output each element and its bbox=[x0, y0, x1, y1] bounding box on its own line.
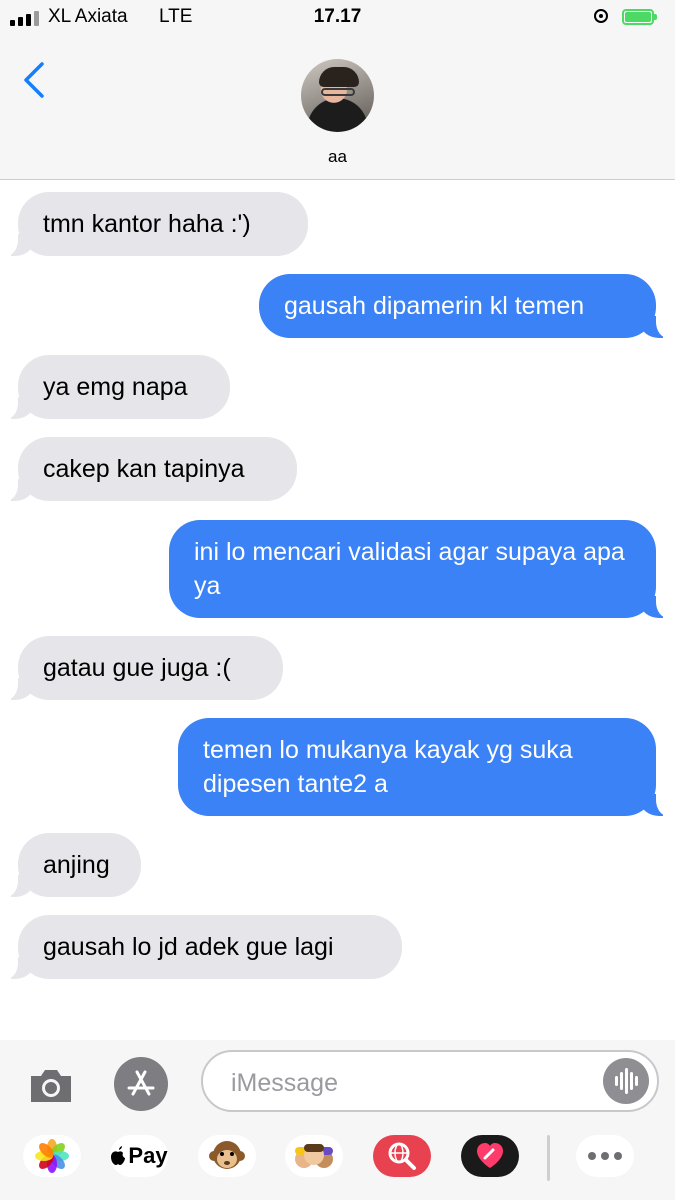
message-bubble-outgoing[interactable]: temen lo mukanya kayak yg suka dipesen t… bbox=[178, 718, 670, 816]
app-drawer: Pay bbox=[0, 1135, 675, 1190]
imessage-field[interactable] bbox=[201, 1050, 659, 1112]
message-text: temen lo mukanya kayak yg suka dipesen t… bbox=[203, 736, 573, 798]
apple-pay-button[interactable]: Pay bbox=[110, 1135, 168, 1177]
camera-button[interactable] bbox=[27, 1062, 75, 1110]
contact-name[interactable]: aa bbox=[0, 147, 675, 167]
drawer-divider bbox=[547, 1135, 550, 1181]
message-text: cakep kan tapinya bbox=[43, 455, 245, 483]
audio-message-button[interactable] bbox=[603, 1058, 649, 1104]
contact-avatar[interactable] bbox=[301, 59, 374, 132]
message-text: gausah dipamerin kl temen bbox=[284, 292, 585, 320]
animoji-monkey-icon bbox=[209, 1141, 245, 1169]
photos-app-button[interactable] bbox=[23, 1135, 81, 1177]
message-bubble-incoming[interactable]: tmn kantor haha :') bbox=[4, 192, 308, 256]
memoji-icon bbox=[295, 1144, 333, 1168]
digital-touch-icon bbox=[477, 1143, 503, 1168]
message-bubble-incoming[interactable]: ya emg napa bbox=[4, 355, 230, 419]
app-store-icon bbox=[127, 1070, 155, 1096]
message-bubble-outgoing[interactable]: ini lo mencari validasi agar supaya apa … bbox=[169, 520, 670, 618]
imessage-input[interactable] bbox=[229, 1064, 603, 1102]
back-chevron-icon bbox=[24, 62, 44, 98]
message-text: gatau gue juga :( bbox=[43, 654, 231, 682]
status-time: 17.17 bbox=[313, 6, 362, 27]
more-icon bbox=[588, 1152, 622, 1160]
memoji-button[interactable] bbox=[285, 1135, 343, 1177]
photos-icon bbox=[35, 1139, 69, 1173]
message-bubble-incoming[interactable]: cakep kan tapinya bbox=[4, 437, 297, 501]
camera-icon bbox=[31, 1070, 71, 1102]
battery-icon bbox=[622, 9, 657, 25]
message-bubble-outgoing[interactable]: gausah dipamerin kl temen bbox=[259, 274, 670, 338]
back-button[interactable] bbox=[18, 58, 58, 108]
message-text: gausah lo jd adek gue lagi bbox=[43, 933, 334, 961]
composer-area: Pay bbox=[0, 1040, 675, 1200]
apple-pay-icon: Pay bbox=[110, 1143, 168, 1169]
message-bubble-incoming[interactable]: gatau gue juga :( bbox=[4, 636, 283, 700]
message-text: tmn kantor haha :') bbox=[43, 210, 251, 238]
apple-pay-label: Pay bbox=[128, 1143, 168, 1168]
message-text: ini lo mencari validasi agar supaya apa … bbox=[194, 538, 625, 600]
conversation-header: aa bbox=[0, 36, 675, 180]
message-bubble-incoming[interactable]: anjing bbox=[4, 833, 141, 897]
message-text: anjing bbox=[43, 851, 110, 879]
orientation-lock-icon bbox=[594, 9, 608, 23]
message-text: ya emg napa bbox=[43, 373, 188, 401]
status-bar: XL Axiata LTE 17.17 bbox=[0, 0, 675, 36]
digital-touch-button[interactable] bbox=[461, 1135, 519, 1177]
message-bubble-incoming[interactable]: gausah lo jd adek gue lagi bbox=[4, 915, 402, 979]
web-search-button[interactable] bbox=[373, 1135, 431, 1177]
more-apps-button[interactable] bbox=[576, 1135, 634, 1177]
app-store-button[interactable] bbox=[114, 1057, 168, 1111]
animoji-button[interactable] bbox=[198, 1135, 256, 1177]
web-search-icon bbox=[388, 1142, 416, 1170]
